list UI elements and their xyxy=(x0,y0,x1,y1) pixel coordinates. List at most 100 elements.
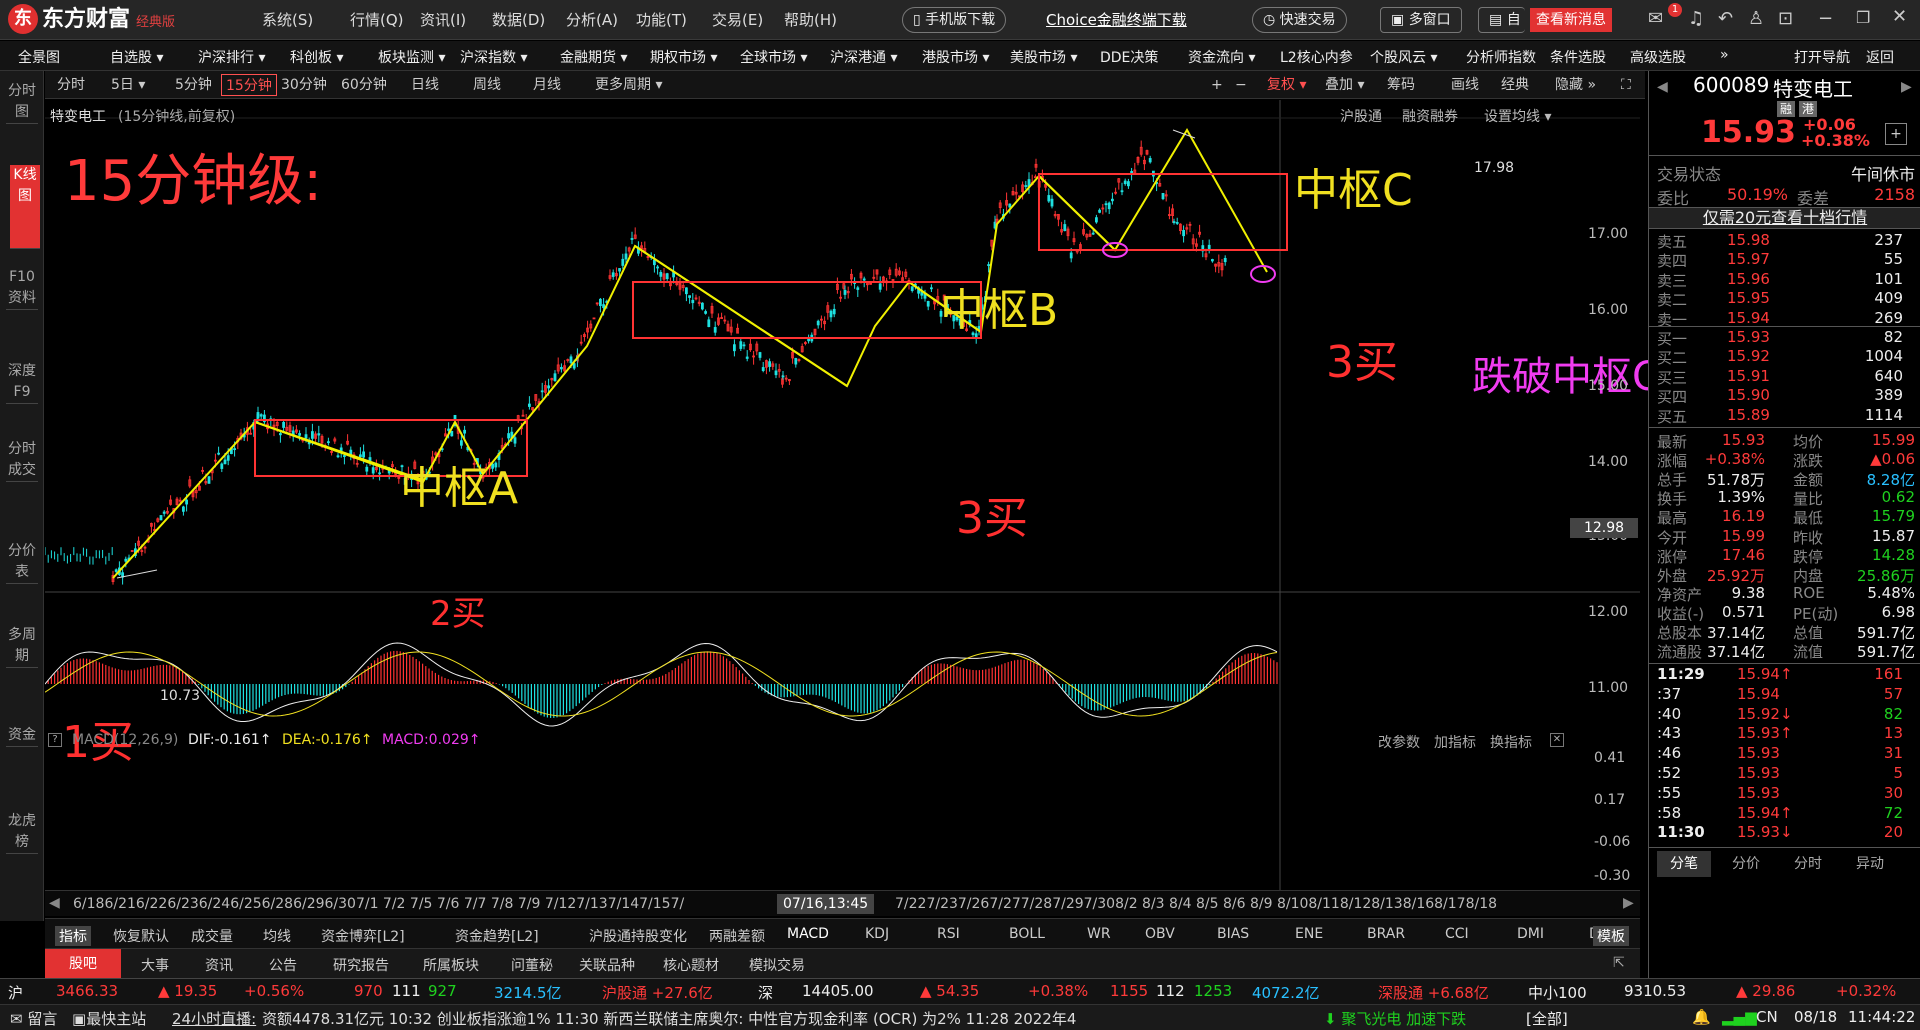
bottom-tab-6[interactable]: 问董秘 xyxy=(511,955,553,975)
nav-item-16[interactable]: 分析师指数 xyxy=(1466,47,1536,67)
expand-icon[interactable]: ⇱ xyxy=(1613,955,1625,971)
multi-window-button[interactable]: ▣ 多窗口 xyxy=(1380,7,1462,33)
bell-icon[interactable]: ♫ xyxy=(1688,8,1704,29)
tab-price-table[interactable]: 分价表 xyxy=(6,541,38,584)
menu-item-4[interactable]: 分析(A) xyxy=(566,9,618,30)
nav-item-10[interactable]: 港股市场 ▾ xyxy=(922,47,989,67)
tab-dragon-tiger[interactable]: 龙虎榜 xyxy=(6,811,38,854)
indicator-tab-0[interactable]: 指标 xyxy=(55,926,91,946)
indicator-tab-4[interactable]: 资金博弈[L2] xyxy=(321,926,405,946)
bottom-tab-9[interactable]: 模拟交易 xyxy=(749,955,805,975)
nav-item-11[interactable]: 美股市场 ▾ xyxy=(1010,47,1077,67)
nav-item-9[interactable]: 沪深港通 ▾ xyxy=(830,47,897,67)
nav-item-6[interactable]: 金融期货 ▾ xyxy=(560,47,627,67)
scroll-right-icon[interactable]: ▶ xyxy=(1623,895,1634,911)
minimize-icon[interactable]: − xyxy=(1818,8,1833,29)
tab-f10[interactable]: F10资料 xyxy=(6,267,38,310)
chart-tool-0[interactable]: + xyxy=(1207,74,1227,96)
mail-icon[interactable]: ✉ xyxy=(1648,8,1663,29)
indicator-tab-15[interactable]: ENE xyxy=(1295,926,1323,942)
tab-f9[interactable]: 深度F9 xyxy=(6,361,38,404)
menu-item-1[interactable]: 行情(Q) xyxy=(350,9,404,30)
menu-item-7[interactable]: 帮助(H) xyxy=(784,9,837,30)
nav-item-14[interactable]: L2核心内参 xyxy=(1280,47,1353,67)
chart-tool-3[interactable]: 叠加 ▾ xyxy=(1321,74,1368,96)
menu-item-5[interactable]: 功能(T) xyxy=(636,9,687,30)
add-watchlist-icon[interactable]: + xyxy=(1885,123,1907,145)
bell-icon-status[interactable]: 🔔 xyxy=(1692,1008,1711,1026)
nav-item-13[interactable]: 资金流向 ▾ xyxy=(1188,47,1255,67)
help-icon[interactable]: ? xyxy=(48,733,62,747)
bottom-tab-4[interactable]: 研究报告 xyxy=(333,955,389,975)
chart-tool-1[interactable]: − xyxy=(1231,74,1251,96)
nav-item-19[interactable]: » xyxy=(1720,47,1729,63)
kline-chart[interactable] xyxy=(45,100,1640,890)
prev-stock-icon[interactable]: ◀ xyxy=(1657,79,1668,95)
period-tab-7[interactable]: 周线 xyxy=(469,74,505,96)
period-tab-0[interactable]: 分时 xyxy=(53,74,89,96)
menu-item-0[interactable]: 系统(S) xyxy=(262,9,313,30)
nav-item-12[interactable]: DDE决策 xyxy=(1100,47,1158,67)
undo-icon[interactable]: ↶ xyxy=(1718,8,1733,29)
tab-multi-period[interactable]: 多周期 xyxy=(6,625,38,668)
nav-item-18[interactable]: 高级选股 xyxy=(1630,47,1686,67)
tab-trades[interactable]: 分时成交 xyxy=(6,439,38,482)
chart-tool-6[interactable]: 经典 xyxy=(1497,74,1533,96)
bottom-tab-7[interactable]: 关联品种 xyxy=(579,955,635,975)
indicator-tab-13[interactable]: OBV xyxy=(1145,926,1175,942)
period-tab-5[interactable]: 60分钟 xyxy=(337,74,391,96)
nav-item-5[interactable]: 沪深指数 ▾ xyxy=(460,47,527,67)
hgt-flow[interactable]: 沪股通 +27.6亿 xyxy=(602,982,713,1003)
restore-icon[interactable]: ❐ xyxy=(1856,8,1870,27)
nav-item-15[interactable]: 个股风云 ▾ xyxy=(1370,47,1437,67)
indicator-tab-7[interactable]: 两融差额 xyxy=(709,926,765,946)
right-tab-2[interactable]: 分时 xyxy=(1781,851,1835,877)
indicator-tab-9[interactable]: KDJ xyxy=(865,926,889,942)
nav-item-0[interactable]: 全景图 xyxy=(18,47,60,67)
chart-tool-4[interactable]: 筹码 xyxy=(1383,74,1419,96)
macd-add-indicator[interactable]: 加指标 xyxy=(1434,732,1476,752)
link-hgt[interactable]: 沪股通 xyxy=(1340,106,1382,126)
fastest-server[interactable]: ▣最快主站 xyxy=(72,1008,146,1029)
menu-item-2[interactable]: 资讯(I) xyxy=(420,9,466,30)
shirt-icon[interactable]: ♙ xyxy=(1748,8,1764,29)
bottom-tab-1[interactable]: 大事 xyxy=(141,955,169,975)
scroll-left-icon[interactable]: ◀ xyxy=(49,895,60,911)
sgt-flow[interactable]: 深股通 +6.68亿 xyxy=(1378,982,1489,1003)
view-news-button[interactable]: 查看新消息 xyxy=(1530,8,1612,32)
indicator-tab-17[interactable]: CCI xyxy=(1445,926,1469,942)
nav-item-7[interactable]: 期权市场 ▾ xyxy=(650,47,717,67)
menu-item-3[interactable]: 数据(D) xyxy=(492,9,545,30)
period-tab-3[interactable]: 15分钟 xyxy=(221,74,277,96)
tab-kline[interactable]: K线图 xyxy=(10,165,40,249)
period-tab-1[interactable]: 5日 ▾ xyxy=(107,74,149,96)
indicator-tab-5[interactable]: 资金趋势[L2] xyxy=(455,926,539,946)
close-icon[interactable]: ✕ xyxy=(1892,6,1907,27)
choice-download-link[interactable]: Choice金融终端下载 xyxy=(1046,9,1187,30)
promo-link[interactable]: 仅需20元查看十档行情 xyxy=(1649,207,1920,229)
menu-item-6[interactable]: 交易(E) xyxy=(712,9,763,30)
nav-item-2[interactable]: 沪深排行 ▾ xyxy=(198,47,265,67)
chart-tool-2[interactable]: 复权 ▾ xyxy=(1263,74,1310,96)
bottom-tab-8[interactable]: 核心题材 xyxy=(663,955,719,975)
fullscreen-icon[interactable]: ⛶ xyxy=(1617,74,1635,96)
indicator-tab-1[interactable]: 恢复默认 xyxy=(113,926,169,946)
macd-change-params[interactable]: 改参数 xyxy=(1378,732,1420,752)
bottom-tab-2[interactable]: 资讯 xyxy=(205,955,233,975)
tab-timeshare[interactable]: 分时图 xyxy=(6,81,38,124)
nav-item-4[interactable]: 板块监测 ▾ xyxy=(378,47,445,67)
link-set-ma[interactable]: 设置均线 ▾ xyxy=(1484,106,1551,126)
indicator-tab-10[interactable]: RSI xyxy=(937,926,960,942)
period-tab-9[interactable]: 更多周期 ▾ xyxy=(591,74,666,96)
nav-item-20[interactable]: 打开导航 xyxy=(1794,47,1850,67)
mobile-download-button[interactable]: ▯ 手机版下载 xyxy=(902,7,1007,33)
nav-item-21[interactable]: 返回 xyxy=(1866,47,1894,67)
indicator-tab-8[interactable]: MACD xyxy=(787,926,829,942)
bottom-tab-3[interactable]: 公告 xyxy=(269,955,297,975)
indicator-tab-18[interactable]: DMI xyxy=(1517,926,1544,942)
chart-tool-5[interactable]: 画线 xyxy=(1447,74,1483,96)
period-tab-6[interactable]: 日线 xyxy=(407,74,443,96)
bottom-tab-5[interactable]: 所属板块 xyxy=(423,955,479,975)
bottom-tab-0[interactable]: 股吧 xyxy=(45,949,121,979)
tab-capital[interactable]: 资金 xyxy=(6,725,38,747)
